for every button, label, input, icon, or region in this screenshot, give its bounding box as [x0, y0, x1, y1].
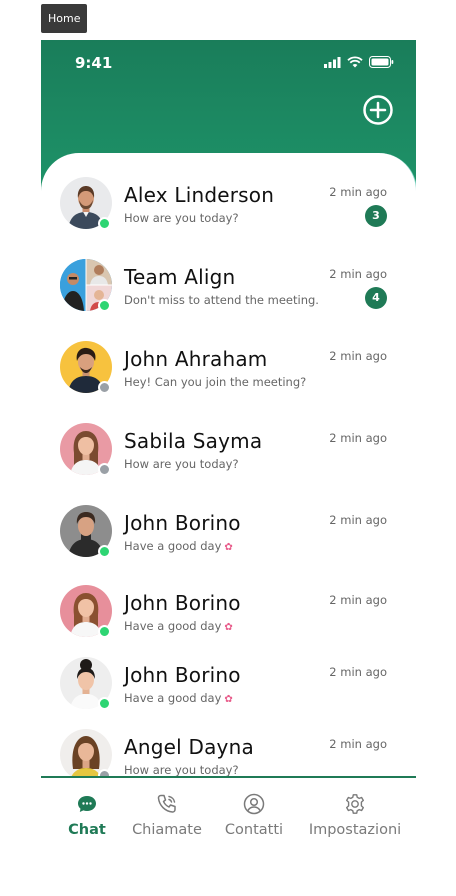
chat-item[interactable]: John Borino Have a good day ✿ 2 min ago	[41, 585, 416, 657]
tab-chat[interactable]: Chat	[63, 792, 111, 838]
contact-name: Team Align	[124, 265, 236, 289]
tab-calls[interactable]: Chiamate	[129, 792, 205, 838]
online-status-dot	[98, 625, 111, 638]
chat-item[interactable]: Alex Linderson How are you today? 2 min …	[41, 177, 416, 259]
gear-icon	[346, 794, 364, 814]
flower-emoji-icon: ✿	[224, 542, 233, 553]
chat-item[interactable]: John Ahraham Hey! Can you join the meeti…	[41, 341, 416, 423]
chat-item[interactable]: John Borino Have a good day ✿ 2 min ago	[41, 505, 416, 585]
flower-emoji-icon: ✿	[224, 694, 233, 705]
contact-name: John Borino	[124, 511, 241, 535]
phone-screen: 9:41 Alex Linderson How are you today? 2…	[41, 40, 416, 776]
message-preview: How are you today?	[124, 457, 239, 471]
offline-status-dot	[98, 463, 111, 476]
chat-item[interactable]: Angel Dayna How are you today? 2 min ago	[41, 729, 416, 776]
chat-bubble-icon	[78, 796, 96, 812]
contact-name: Sabila Sayma	[124, 429, 263, 453]
wifi-icon	[347, 56, 363, 68]
chat-list: Alex Linderson How are you today? 2 min …	[41, 177, 416, 776]
tab-label: Contatti	[224, 822, 284, 838]
message-preview: How are you today?	[124, 211, 239, 225]
flower-emoji-icon: ✿	[224, 622, 233, 633]
tab-label: Chat	[68, 822, 106, 838]
tab-settings[interactable]: Impostazioni	[305, 792, 405, 838]
online-status-dot	[98, 697, 111, 710]
unread-badge: 4	[365, 287, 387, 309]
message-time: 2 min ago	[329, 349, 387, 363]
user-circle-icon	[243, 793, 265, 815]
contact-name: John Borino	[124, 663, 241, 687]
message-preview: How are you today?	[124, 763, 239, 776]
online-status-dot	[98, 217, 111, 230]
contact-name: John Borino	[124, 591, 241, 615]
message-time: 2 min ago	[329, 185, 387, 199]
unread-badge: 3	[365, 205, 387, 227]
battery-icon	[369, 56, 394, 68]
tab-label: Impostazioni	[308, 822, 402, 838]
phone-icon	[157, 794, 176, 813]
signal-icon	[324, 56, 341, 68]
message-time: 2 min ago	[329, 431, 387, 445]
tab-label: Chiamate	[132, 822, 202, 838]
message-preview: Have a good day ✿	[124, 691, 233, 705]
message-text: Have a good day	[124, 619, 222, 633]
tab-contacts[interactable]: Contatti	[223, 792, 285, 838]
message-time: 2 min ago	[329, 267, 387, 281]
online-status-dot	[98, 299, 111, 312]
chat-list-card: Alex Linderson How are you today? 2 min …	[41, 153, 416, 776]
contact-name: Alex Linderson	[124, 183, 275, 207]
status-time: 9:41	[75, 54, 113, 72]
message-time: 2 min ago	[329, 737, 387, 751]
message-time: 2 min ago	[329, 513, 387, 527]
message-time: 2 min ago	[329, 593, 387, 607]
contact-name: Angel Dayna	[124, 735, 254, 759]
message-time: 2 min ago	[329, 665, 387, 679]
plus-circle-icon[interactable]	[362, 94, 394, 126]
message-preview: Have a good day ✿	[124, 619, 233, 633]
message-preview: Have a good day ✿	[124, 539, 233, 553]
chat-item[interactable]: Team Align Don't miss to attend the meet…	[41, 259, 416, 341]
message-text: Have a good day	[124, 691, 222, 705]
message-text: Have a good day	[124, 539, 222, 553]
contact-name: John Ahraham	[124, 347, 268, 371]
status-icons	[324, 56, 394, 68]
message-preview: Hey! Can you join the meeting?	[124, 375, 307, 389]
offline-status-dot	[98, 381, 111, 394]
chat-item[interactable]: John Borino Have a good day ✿ 2 min ago	[41, 657, 416, 729]
message-preview: Don't miss to attend the meeting.	[124, 293, 319, 307]
chat-item[interactable]: Sabila Sayma How are you today? 2 min ag…	[41, 423, 416, 505]
frame-label: Home	[41, 4, 88, 33]
offline-status-dot	[98, 769, 111, 776]
online-status-dot	[98, 545, 111, 558]
bottom-tab-bar: Chat Chiamate Contatti Impostazioni	[41, 776, 416, 848]
